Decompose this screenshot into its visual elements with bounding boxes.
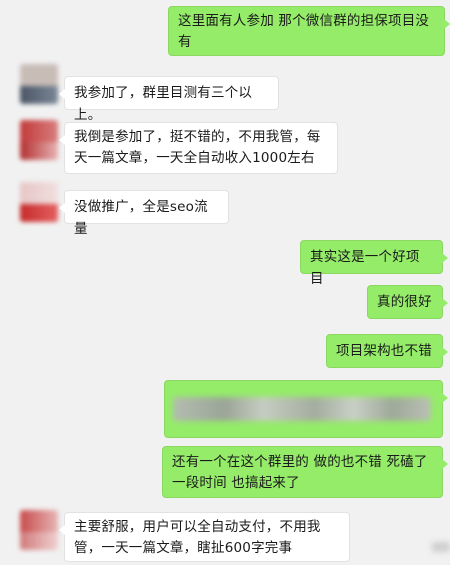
avatar[interactable] <box>20 510 58 550</box>
avatar[interactable] <box>20 182 58 222</box>
incoming-message[interactable]: 主要舒服，用户可以全自动支付，不用我管，一天一篇文章，瞎扯600字完事 <box>59 512 350 562</box>
incoming-message[interactable]: 我倒是参加了，挺不错的，不用我管，每天一篇文章，一天全自动收入1000左右 <box>59 122 338 174</box>
edge-blur <box>432 542 450 552</box>
redaction-blur <box>173 397 431 421</box>
message-text: 真的很好 <box>377 294 432 310</box>
message-text: 我倒是参加了，挺不错的，不用我管，每天一篇文章，一天全自动收入1000左右 <box>74 129 321 166</box>
incoming-message[interactable]: 我参加了，群里目测有三个以上。 <box>59 76 279 123</box>
outgoing-message[interactable]: 还有一个在这个群里的 做的也不错 死磕了一段时间 也搞起来了 <box>162 446 448 498</box>
message-text: 这里面有人参加 那个微信群的担保项目没有 <box>178 13 430 50</box>
outgoing-message[interactable]: 这里面有人参加 那个微信群的担保项目没有 <box>168 6 450 56</box>
message-text: 我参加了，群里目测有三个以上。 <box>74 85 253 123</box>
message-text: 主要舒服，用户可以全自动支付，不用我管，一天一篇文章，瞎扯600字完事 <box>74 519 321 556</box>
outgoing-message[interactable]: 真的很好 <box>367 285 448 319</box>
message-text: 还有一个在这个群里的 做的也不错 死磕了一段时间 也搞起来了 <box>172 454 428 491</box>
message-text: 其实这是一个好项目 <box>310 249 420 287</box>
redacted-outgoing-message[interactable] <box>164 380 448 438</box>
chat-window: 这里面有人参加 那个微信群的担保项目没有 我参加了，群里目测有三个以上。 我倒是… <box>0 0 450 565</box>
message-text: 没做推广，全是seo流量 <box>74 199 208 237</box>
avatar[interactable] <box>20 64 58 104</box>
outgoing-message[interactable]: 其实这是一个好项目 <box>300 240 448 287</box>
incoming-message[interactable]: 没做推广，全是seo流量 <box>59 190 229 237</box>
outgoing-message[interactable]: 项目架构也不错 <box>326 334 448 368</box>
message-text: 项目架构也不错 <box>336 343 432 359</box>
avatar[interactable] <box>20 120 58 160</box>
